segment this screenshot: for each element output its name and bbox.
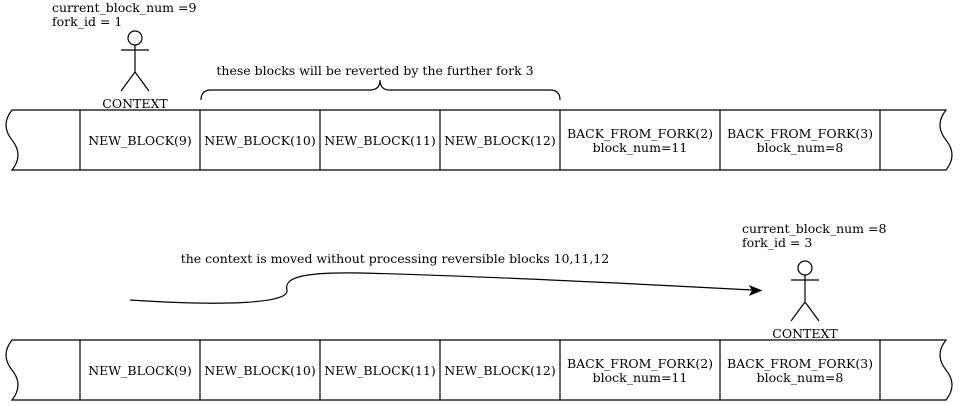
top-block-cell: NEW_BLOCK(12) <box>444 133 555 148</box>
bottom-context-actor-icon <box>790 260 820 322</box>
bottom-context-info-line2: fork_id = 3 <box>742 235 812 250</box>
move-note: the context is moved without processing … <box>181 251 610 266</box>
top-block-sublabel: block_num=8 <box>757 140 844 155</box>
bottom-block-label: BACK_FROM_FORK(3) <box>727 356 873 371</box>
top-block-cell: NEW_BLOCK(9) <box>88 133 192 148</box>
bottom-block-cell: NEW_BLOCK(11) <box>324 363 435 378</box>
top-block-label: BACK_FROM_FORK(2) <box>567 126 713 141</box>
top-block-label: NEW_BLOCK(12) <box>444 133 555 148</box>
top-block-label: BACK_FROM_FORK(3) <box>727 126 873 141</box>
top-context-info-line2: fork_id = 1 <box>52 14 122 29</box>
bottom-block-label: NEW_BLOCK(9) <box>88 363 192 378</box>
bottom-block-sublabel: block_num=11 <box>593 370 688 385</box>
brace-note: these blocks will be reverted by the fur… <box>216 63 533 78</box>
brace-icon <box>200 79 561 101</box>
top-context-info-line1: current_block_num =9 <box>52 0 196 15</box>
bottom-block-label: BACK_FROM_FORK(2) <box>567 356 713 371</box>
bottom-block-cell: NEW_BLOCK(12) <box>444 363 555 378</box>
top-block-label: NEW_BLOCK(9) <box>88 133 192 148</box>
bottom-context-info-line1: current_block_num =8 <box>742 221 886 236</box>
diagram-canvas: current_block_num =9 fork_id = 1 CONTEXT… <box>5 0 953 401</box>
top-block-cell: NEW_BLOCK(10) <box>204 133 315 148</box>
bottom-block-label: NEW_BLOCK(12) <box>444 363 555 378</box>
top-block-label: NEW_BLOCK(10) <box>204 133 315 148</box>
top-block-label: NEW_BLOCK(11) <box>324 133 435 148</box>
fork-diagram: current_block_num =9 fork_id = 1 CONTEXT… <box>0 0 961 401</box>
bottom-block-sublabel: block_num=8 <box>757 370 844 385</box>
bottom-block-cell: NEW_BLOCK(10) <box>204 363 315 378</box>
top-block-cell: NEW_BLOCK(11) <box>324 133 435 148</box>
bottom-block-label: NEW_BLOCK(11) <box>324 363 435 378</box>
bottom-context-label: CONTEXT <box>772 326 838 341</box>
top-block-sublabel: block_num=11 <box>593 140 688 155</box>
bottom-block-cell: NEW_BLOCK(9) <box>88 363 192 378</box>
top-context-actor-icon <box>120 30 150 92</box>
move-arrow <box>129 272 753 304</box>
top-context-label: CONTEXT <box>102 96 168 111</box>
bottom-block-label: NEW_BLOCK(10) <box>204 363 315 378</box>
